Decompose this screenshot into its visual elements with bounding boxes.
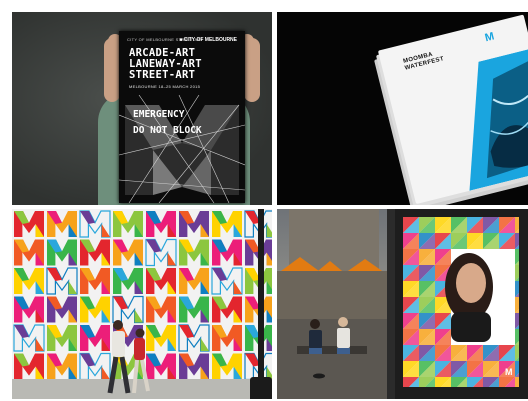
poster-photo-tile: CITY OF MELBOURNE STREET ART ■ CITY OF M…	[12, 12, 272, 205]
m-letter	[80, 239, 110, 266]
m-letter	[211, 267, 243, 295]
lightbox-poster	[403, 217, 519, 387]
m-letter	[146, 268, 176, 294]
seated-people	[297, 317, 367, 379]
m-letter	[178, 324, 210, 352]
poster-m-logo: M	[505, 367, 513, 377]
m-letter	[179, 296, 209, 323]
m-letter	[113, 211, 143, 237]
overlay-text-line-2: DO NOT BLOCK	[133, 125, 202, 136]
m-letter	[179, 239, 209, 266]
m-letter	[212, 353, 242, 380]
m-letter	[14, 268, 44, 294]
m-letter	[13, 324, 45, 352]
m-letter	[179, 211, 209, 237]
magazine-cover: MOOMBA WATERFEST M	[377, 14, 528, 205]
m-letter	[80, 268, 110, 294]
m-letter	[113, 268, 143, 294]
woman-portrait	[445, 253, 493, 342]
m-letter	[212, 211, 242, 237]
m-letter	[47, 353, 77, 380]
magazine-stack: MOOMBA WATERFEST M	[374, 14, 528, 205]
m-letter	[14, 296, 44, 323]
m-letter	[14, 211, 44, 237]
street-art-poster: CITY OF MELBOURNE STREET ART ■ CITY OF M…	[119, 31, 245, 203]
triangle-tile	[515, 377, 519, 387]
m-letter	[79, 210, 111, 238]
m-wall-tile	[12, 209, 272, 399]
m-letter	[14, 239, 44, 266]
water-splash-graphic	[469, 48, 528, 191]
m-letter	[212, 325, 242, 351]
m-letter	[212, 296, 242, 323]
m-letter	[47, 211, 77, 237]
magazine-tile: MOOMBA WATERFEST M	[277, 12, 528, 205]
m-letter	[47, 296, 77, 323]
m-letter	[212, 239, 242, 266]
lamp-post-base	[250, 377, 272, 399]
lamp-post	[258, 209, 264, 399]
m-letter	[14, 353, 44, 380]
m-letter	[113, 239, 143, 266]
m-letter	[179, 353, 209, 380]
m-letter	[145, 238, 177, 267]
m-letter	[47, 325, 77, 351]
poster-headline: ARCADE-ART LANEWAY-ART STREET-ART	[129, 48, 241, 81]
poster-date: MELBOURNE 18–25 MARCH 2015	[129, 84, 201, 89]
m-letter	[46, 267, 78, 295]
walking-pedestrians	[107, 320, 150, 394]
m-letter	[47, 239, 77, 266]
city-logo: ■ CITY OF MELBOURNE	[179, 37, 237, 43]
m-letter	[146, 211, 176, 237]
poster-box-tile: M	[277, 209, 528, 399]
m-letter	[179, 268, 209, 294]
headline-line-3: STREET-ART	[129, 69, 196, 81]
magazine-title: MOOMBA WATERFEST	[403, 49, 445, 72]
magazine-m-logo: M	[483, 30, 496, 45]
triangle-pattern-graphic	[403, 217, 519, 387]
overlay-text-line-1: EMERGENCY	[133, 109, 185, 120]
